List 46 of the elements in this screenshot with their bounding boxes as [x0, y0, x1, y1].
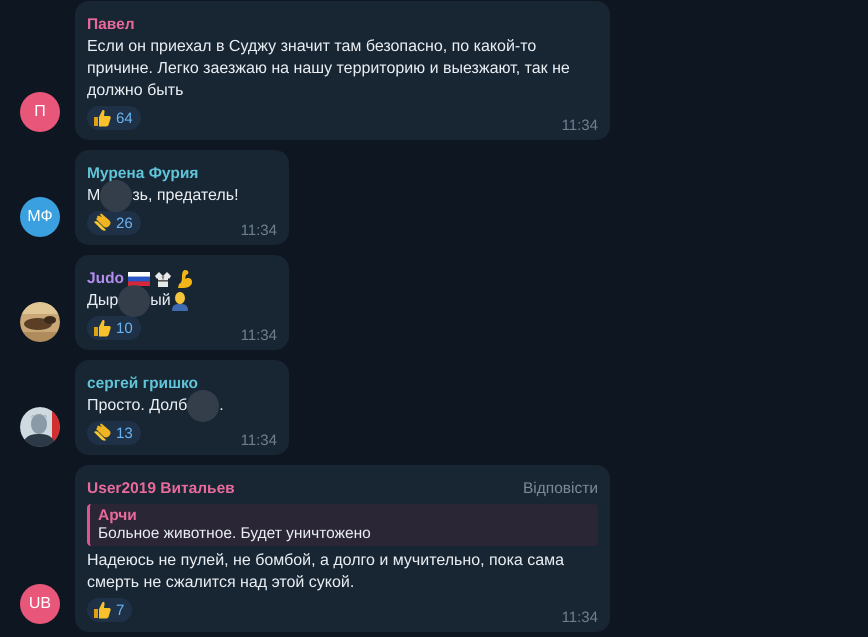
- message-time: 11:34: [240, 327, 277, 344]
- reaction-chip[interactable]: 13: [87, 421, 141, 445]
- reaction-count: 10: [116, 320, 133, 336]
- message-text: Если он приехал в Суджу значит там безопасно, по какой-то причине. Легко заезжаю на нашу территорию и выезжают, так не должно быть: [87, 38, 570, 99]
- kimono-icon: [154, 270, 172, 288]
- clapping-hands-icon: [92, 423, 112, 443]
- thumbs-up-icon: [92, 318, 112, 338]
- thumbs-up-icon: [92, 600, 112, 620]
- reaction-count: 13: [116, 424, 133, 442]
- message-time: 11:34: [562, 609, 598, 626]
- quote-text: Больное животное. Будет уничтожено: [98, 525, 372, 543]
- reaction-chip[interactable]: 10: [87, 316, 141, 340]
- blur-spot: [187, 390, 220, 422]
- author-name[interactable]: Judo: [87, 270, 124, 288]
- message-text: Просто. Долб: [87, 397, 188, 414]
- flag-icon: [128, 271, 150, 287]
- reaction-chip[interactable]: 64: [87, 106, 141, 130]
- message-text: М: [87, 187, 100, 204]
- reaction-count: 7: [116, 602, 124, 618]
- author-name[interactable]: Мурена Фурия: [87, 165, 198, 183]
- message-text: Дыр: [87, 292, 118, 309]
- reaction-count: 26: [116, 214, 133, 232]
- flexed-arm-icon: [176, 269, 194, 289]
- message-text: Надеюсь не пулей, не бомбой, а долго и мучительно, пока сама смерть не сжалится над этой сукой.: [87, 552, 564, 591]
- thumbs-up-icon: [92, 108, 112, 128]
- reaction-chip[interactable]: 7: [87, 598, 132, 622]
- reaction-chip[interactable]: 26: [87, 211, 141, 235]
- reaction-count: 64: [116, 110, 133, 126]
- author-name[interactable]: User2019 Витальев: [87, 480, 235, 498]
- clapping-hands-icon: [92, 213, 112, 233]
- avatar[interactable]: П: [20, 92, 60, 132]
- avatar[interactable]: UB: [20, 584, 60, 624]
- message-text: .: [219, 397, 224, 414]
- message-time: 11:34: [562, 117, 598, 134]
- blur-spot: [100, 180, 132, 212]
- message-text: ый: [150, 292, 171, 309]
- quote-author: Арчи: [98, 507, 138, 525]
- author-name[interactable]: сергей гришко: [87, 375, 198, 393]
- message-time: 11:34: [240, 222, 277, 239]
- reply-button[interactable]: Відповісти: [522, 480, 598, 498]
- message-time: 11:34: [240, 432, 277, 449]
- author-name[interactable]: Павел: [87, 16, 135, 34]
- person-icon: [170, 290, 189, 311]
- quoted-message[interactable]: Арчи Больное животное. Будет уничтожено: [87, 504, 598, 546]
- message-text: зь, предатель!: [132, 187, 239, 204]
- blur-spot: [118, 284, 150, 317]
